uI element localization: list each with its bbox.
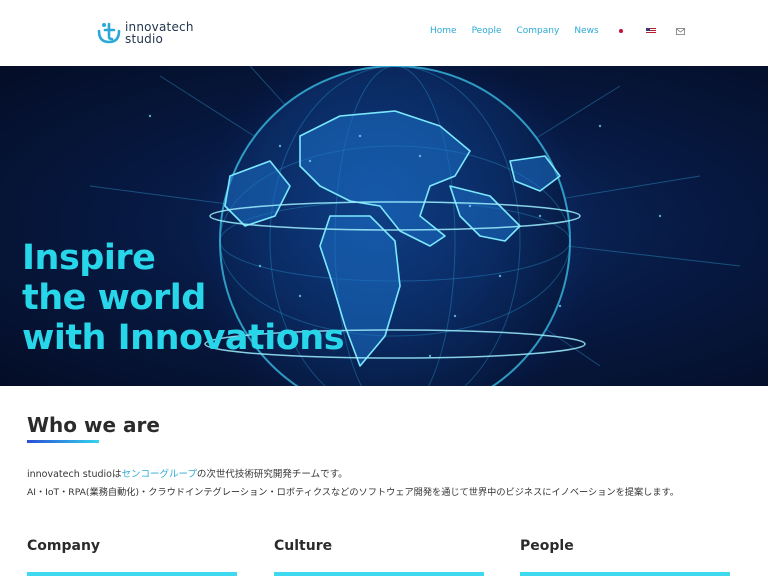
about-line-2: AI・IoT・RPA(業務自動化)・クラウドインテグレーション・ロボティクスなど… bbox=[27, 487, 679, 498]
card-company[interactable]: Company bbox=[27, 538, 237, 576]
senko-group-link[interactable]: センコーグループ bbox=[121, 469, 196, 480]
about-line-1: innovatech studioはセンコーグループの次世代技術研究開発チームで… bbox=[27, 466, 348, 480]
about-line-1-post: の次世代技術研究開発チームです。 bbox=[196, 469, 348, 480]
card-title: Culture bbox=[274, 538, 333, 554]
headline-line-3: with Innovations bbox=[22, 318, 345, 358]
site-logo[interactable]: innovatech studio bbox=[96, 18, 206, 48]
card-bar bbox=[274, 572, 484, 576]
logo-text: innovatech studio bbox=[125, 21, 194, 45]
about-line-1-pre: innovatech studioは bbox=[27, 469, 122, 480]
card-title: Company bbox=[27, 538, 101, 554]
flag-japan-icon[interactable] bbox=[614, 26, 628, 36]
section-title: Who we are bbox=[27, 413, 160, 437]
card-bar bbox=[27, 572, 237, 576]
card-bar bbox=[520, 572, 730, 576]
nav-people[interactable]: People bbox=[472, 26, 502, 36]
site-header: innovatech studio Home People Company Ne… bbox=[0, 0, 768, 66]
main-nav: Home People Company News bbox=[430, 26, 704, 36]
logo-line-2: studio bbox=[125, 32, 164, 46]
headline-line-1: Inspire bbox=[22, 238, 156, 278]
title-underline bbox=[27, 440, 99, 443]
card-people[interactable]: People bbox=[520, 538, 730, 576]
logo-mark-icon bbox=[97, 22, 121, 44]
hero-banner: Inspire the world with Innovations bbox=[0, 66, 768, 386]
nav-home[interactable]: Home bbox=[430, 26, 457, 36]
hero-headline: Inspire the world with Innovations bbox=[22, 238, 345, 358]
mail-icon[interactable] bbox=[674, 26, 688, 36]
nav-company[interactable]: Company bbox=[516, 26, 559, 36]
card-culture[interactable]: Culture bbox=[274, 538, 484, 576]
card-title: People bbox=[520, 538, 574, 554]
nav-news[interactable]: News bbox=[574, 26, 598, 36]
headline-line-2: the world bbox=[22, 278, 206, 318]
flag-us-icon[interactable] bbox=[644, 26, 658, 36]
